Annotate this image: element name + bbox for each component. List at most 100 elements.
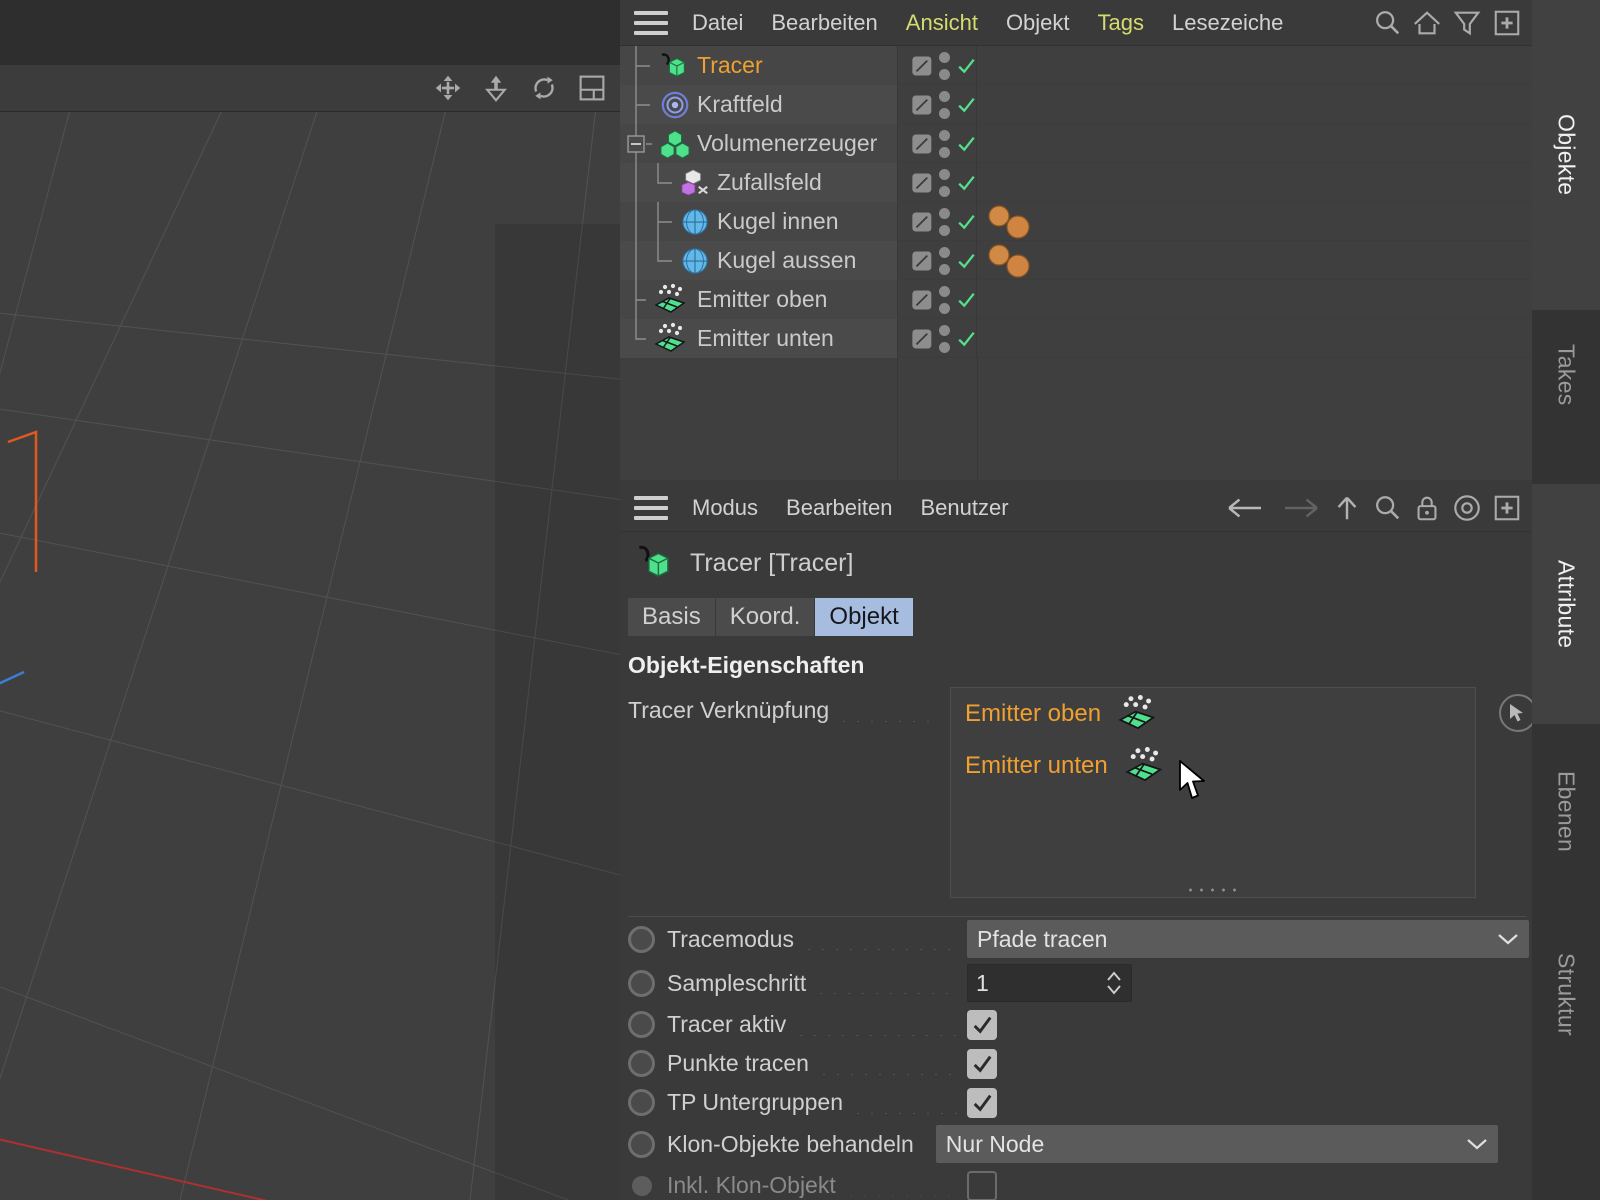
- dot-pair-icon[interactable]: [938, 207, 950, 236]
- hamburger-menu-icon[interactable]: [634, 10, 668, 35]
- enabled-check-icon[interactable]: [956, 52, 976, 80]
- viewport-layout-icon[interactable]: [578, 74, 606, 102]
- viewport-panel[interactable]: [0, 0, 620, 1200]
- menu-benutzer[interactable]: Benutzer: [906, 491, 1022, 525]
- enabled-check-icon[interactable]: [956, 91, 976, 119]
- enabled-check-icon[interactable]: [956, 169, 976, 197]
- viewport-3d-canvas[interactable]: [0, 112, 620, 1200]
- parameter-dot-icon[interactable]: [628, 1050, 655, 1077]
- tracemodus-dropdown[interactable]: Pfade tracen: [967, 920, 1529, 958]
- vtab-objekte[interactable]: Objekte: [1532, 0, 1600, 310]
- dot-pair-icon[interactable]: [938, 168, 950, 197]
- dot-pair-icon[interactable]: [938, 324, 950, 353]
- table-row[interactable]: Emitter unten: [620, 319, 1532, 358]
- parameter-dot-icon[interactable]: [628, 1130, 655, 1158]
- add-panel-icon[interactable]: [1492, 8, 1522, 38]
- row-tag-column[interactable]: [897, 319, 977, 358]
- tp-untergruppen-checkbox[interactable]: [967, 1087, 997, 1118]
- vtab-struktur[interactable]: Struktur: [1532, 899, 1600, 1089]
- enabled-check-icon[interactable]: [956, 247, 976, 275]
- parameter-dot-icon[interactable]: [628, 1089, 655, 1116]
- display-tag-icon[interactable]: [911, 207, 933, 237]
- dot-pair-icon[interactable]: [938, 51, 950, 80]
- move-icon[interactable]: [434, 74, 462, 102]
- row-extra-tags[interactable]: [977, 202, 1037, 241]
- search-icon[interactable]: [1372, 493, 1402, 523]
- display-tag-icon[interactable]: [911, 168, 933, 198]
- row-tag-column[interactable]: [897, 85, 977, 124]
- menu-tags[interactable]: Tags: [1084, 6, 1158, 40]
- tab-basis[interactable]: Basis: [628, 598, 716, 636]
- menu-datei[interactable]: Datei: [678, 6, 757, 40]
- menu-objekt[interactable]: Objekt: [992, 6, 1084, 40]
- search-icon[interactable]: [1372, 8, 1402, 38]
- table-row[interactable]: Tracer: [620, 46, 1532, 85]
- row-tag-column[interactable]: [897, 202, 977, 241]
- table-row[interactable]: Volumenerzeuger: [620, 124, 1532, 163]
- table-row[interactable]: Emitter oben: [620, 280, 1532, 319]
- tab-objekt[interactable]: Objekt: [815, 598, 914, 636]
- parameter-dot-icon[interactable]: [628, 969, 655, 997]
- add-panel-icon[interactable]: [1492, 493, 1522, 523]
- row-tag-column[interactable]: [897, 124, 977, 163]
- row-tag-column[interactable]: [897, 280, 977, 319]
- up-arrow-icon[interactable]: [1332, 493, 1362, 523]
- table-row[interactable]: Kugel innen: [620, 202, 1532, 241]
- vtab-takes[interactable]: Takes: [1532, 310, 1600, 440]
- dot-pair-icon[interactable]: [938, 285, 950, 314]
- vtab-attribute[interactable]: Attribute: [1532, 484, 1600, 724]
- row-tag-column[interactable]: [897, 163, 977, 202]
- menu-ansicht[interactable]: Ansicht: [892, 6, 992, 40]
- row-tag-column[interactable]: [897, 241, 977, 280]
- home-icon[interactable]: [1412, 8, 1442, 38]
- tree-empty-area[interactable]: [620, 358, 1532, 480]
- table-row[interactable]: Kraftfeld: [620, 85, 1532, 124]
- sphere-icon: [682, 208, 708, 235]
- row-tag-column[interactable]: [897, 46, 977, 85]
- dot-pair-icon[interactable]: [938, 90, 950, 119]
- dot-pair-icon[interactable]: [938, 129, 950, 158]
- rotate-icon[interactable]: [530, 74, 558, 102]
- menu-bearbeiten[interactable]: Bearbeiten: [757, 6, 891, 40]
- record-icon[interactable]: [1452, 493, 1482, 523]
- klon-objekte-dropdown[interactable]: Nur Node: [935, 1125, 1498, 1163]
- row-extra-tags[interactable]: [977, 241, 1037, 280]
- display-tag-icon[interactable]: [911, 51, 933, 81]
- enabled-check-icon[interactable]: [956, 286, 976, 314]
- object-tree[interactable]: Tracer Kraftfeld Volumenerzeuger Zufalls…: [620, 46, 1532, 480]
- lock-icon[interactable]: [1412, 493, 1442, 523]
- spinner-arrows-icon[interactable]: [1105, 969, 1123, 997]
- resize-grip[interactable]: [1185, 887, 1241, 893]
- menu-lesezeichen[interactable]: Lesezeiche: [1158, 6, 1297, 40]
- menu-bearbeiten[interactable]: Bearbeiten: [772, 491, 906, 525]
- tab-koord[interactable]: Koord.: [715, 598, 816, 636]
- table-row[interactable]: Kugel aussen: [620, 241, 1532, 280]
- enabled-check-icon[interactable]: [956, 208, 976, 236]
- tracer-link-listbox[interactable]: Emitter oben Emitter unten: [950, 687, 1537, 898]
- display-tag-icon[interactable]: [911, 246, 933, 276]
- parameter-dot-icon[interactable]: [628, 925, 655, 953]
- display-tag-icon[interactable]: [911, 324, 933, 354]
- sphere-tag-icon[interactable]: [985, 243, 1037, 278]
- sphere-tag-icon[interactable]: [985, 204, 1037, 239]
- table-row[interactable]: Zufallsfeld: [620, 163, 1532, 202]
- filter-icon[interactable]: [1452, 8, 1482, 38]
- tracer-aktiv-checkbox[interactable]: [967, 1009, 997, 1040]
- enabled-check-icon[interactable]: [956, 130, 976, 158]
- list-item[interactable]: Emitter oben: [951, 688, 1475, 740]
- display-tag-icon[interactable]: [911, 285, 933, 315]
- enabled-check-icon[interactable]: [956, 325, 976, 353]
- punkte-tracen-checkbox[interactable]: [967, 1048, 997, 1079]
- vtab-ebenen[interactable]: Ebenen: [1532, 724, 1600, 899]
- parameter-dot-icon[interactable]: [628, 1011, 655, 1038]
- display-tag-icon[interactable]: [911, 90, 933, 120]
- scale-icon[interactable]: [482, 74, 510, 102]
- menu-modus[interactable]: Modus: [678, 491, 772, 525]
- list-item[interactable]: Emitter unten: [951, 740, 1475, 792]
- back-arrow-icon[interactable]: [1224, 493, 1268, 523]
- forward-arrow-icon[interactable]: [1278, 493, 1322, 523]
- sampleschritt-input[interactable]: 1: [967, 964, 1132, 1002]
- dot-pair-icon[interactable]: [938, 246, 950, 275]
- hamburger-menu-icon[interactable]: [634, 495, 668, 520]
- display-tag-icon[interactable]: [911, 129, 933, 159]
